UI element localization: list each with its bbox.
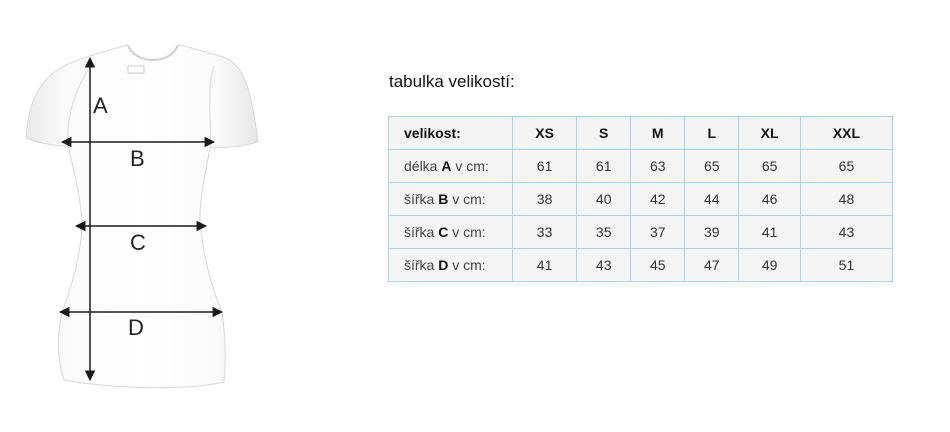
- brand-tag-icon: [127, 65, 145, 74]
- size-table-title: tabulka velikostí:: [389, 72, 515, 91]
- table-cell: 37: [630, 215, 686, 249]
- table-row: délka A v cm: 61 61 63 65 65 65: [388, 149, 894, 183]
- table-row: šířka C v cm: 33 35 37 39 41 43: [388, 215, 894, 249]
- row-label-width-b: šířka B v cm:: [388, 182, 513, 216]
- row-label-letter: D: [438, 257, 449, 273]
- table-cell: 38: [511, 182, 578, 216]
- row-label-width-d: šířka D v cm:: [388, 248, 513, 282]
- row-label-width-c: šířka C v cm:: [388, 215, 513, 249]
- size-table-header-row: velikost: XS S M L XL XXL: [388, 116, 894, 150]
- size-column-m: M: [630, 116, 686, 150]
- table-cell: 40: [576, 182, 632, 216]
- size-header-label: velikost:: [388, 116, 513, 150]
- table-cell: 65: [738, 149, 801, 183]
- row-label-length-a: délka A v cm:: [388, 149, 513, 183]
- size-column-xxl: XXL: [799, 116, 894, 150]
- table-cell: 39: [684, 215, 740, 249]
- row-label-suffix: v cm:: [452, 191, 486, 207]
- table-cell: 65: [684, 149, 740, 183]
- row-label-prefix: šířka: [404, 257, 435, 273]
- table-cell: 44: [684, 182, 740, 216]
- table-cell: 41: [738, 215, 801, 249]
- row-label-suffix: v cm:: [455, 158, 489, 174]
- tshirt-illustration: A B C D: [25, 44, 259, 389]
- size-column-l: L: [684, 116, 740, 150]
- table-row: šířka B v cm: 38 40 42 44 46 48: [388, 182, 894, 216]
- table-cell: 46: [738, 182, 801, 216]
- dimension-label-a: A: [93, 93, 108, 118]
- row-label-prefix: délka: [404, 158, 438, 174]
- dimension-label-c: C: [130, 230, 146, 255]
- row-label-letter: A: [441, 158, 452, 174]
- row-label-suffix: v cm:: [452, 224, 486, 240]
- table-cell: 65: [799, 149, 894, 183]
- table-cell: 43: [576, 248, 632, 282]
- table-cell: 33: [511, 215, 578, 249]
- size-table: velikost: XS S M L XL XXL délka A v cm: …: [388, 116, 894, 282]
- table-cell: 48: [799, 182, 894, 216]
- table-cell: 42: [630, 182, 686, 216]
- table-cell: 35: [576, 215, 632, 249]
- size-column-s: S: [576, 116, 632, 150]
- table-cell: 43: [799, 215, 894, 249]
- row-label-prefix: šířka: [404, 191, 435, 207]
- row-label-letter: B: [438, 191, 449, 207]
- table-cell: 45: [630, 248, 686, 282]
- table-cell: 41: [511, 248, 578, 282]
- table-row: šířka D v cm: 41 43 45 47 49 51: [388, 248, 894, 282]
- tshirt-diagram: A B C D: [0, 0, 320, 432]
- dimension-label-d: D: [128, 315, 144, 340]
- table-cell: 61: [576, 149, 632, 183]
- dimension-label-b: B: [130, 146, 145, 171]
- row-label-suffix: v cm:: [452, 257, 486, 273]
- size-column-xl: XL: [738, 116, 801, 150]
- row-label-letter: C: [438, 224, 449, 240]
- table-cell: 61: [511, 149, 578, 183]
- table-cell: 49: [738, 248, 801, 282]
- table-cell: 51: [799, 248, 894, 282]
- table-cell: 63: [630, 149, 686, 183]
- table-cell: 47: [684, 248, 740, 282]
- row-label-prefix: šířka: [404, 224, 435, 240]
- size-column-xs: XS: [511, 116, 578, 150]
